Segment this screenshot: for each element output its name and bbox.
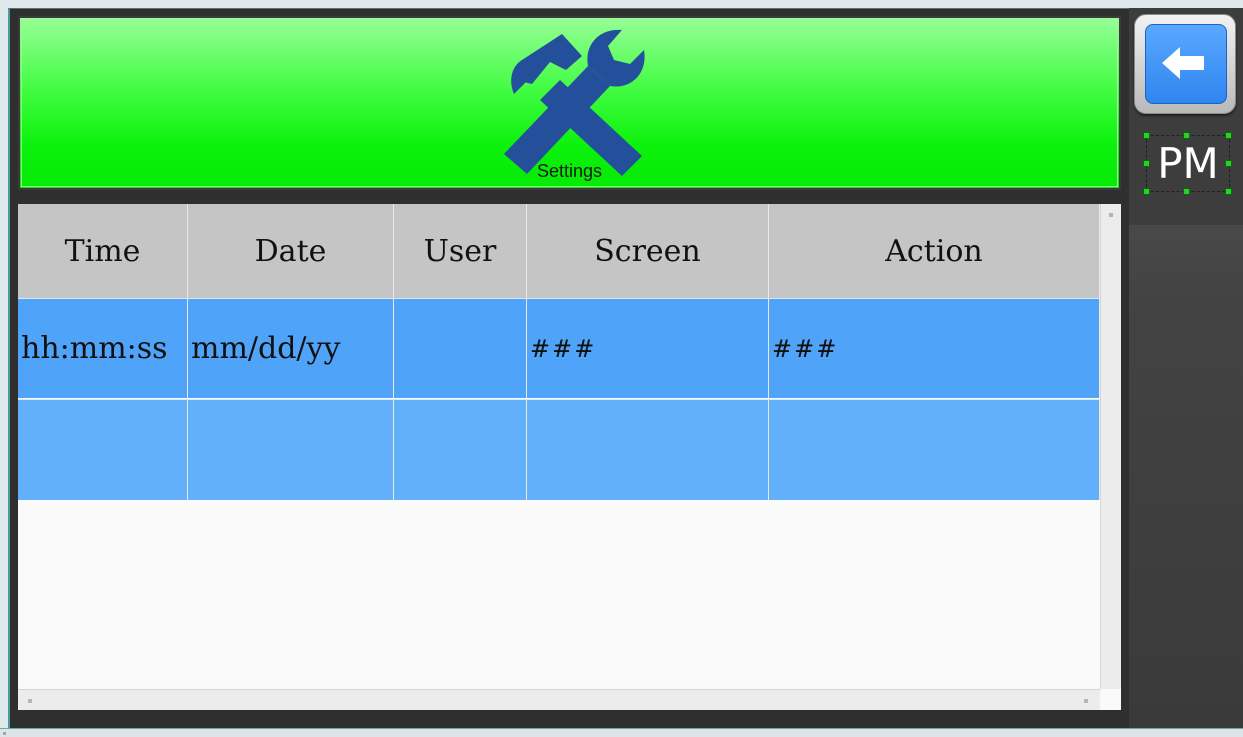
cell-user [394, 400, 527, 500]
selection-handle [1183, 132, 1190, 139]
scroll-right-indicator[interactable] [1084, 699, 1088, 703]
scroll-left-indicator[interactable] [28, 699, 32, 703]
column-header-date[interactable]: Date [188, 204, 394, 298]
selection-handle [1143, 132, 1150, 139]
scroll-up-indicator[interactable] [1109, 213, 1113, 217]
column-header-user[interactable]: User [394, 204, 527, 298]
settings-title: Settings [536, 161, 603, 181]
column-header-screen[interactable]: Screen [527, 204, 769, 298]
meridiem-label[interactable]: PM [1146, 135, 1230, 192]
cell-time: hh:mm:ss [18, 299, 188, 398]
audit-table: Time Date User Screen Action hh:mm:ss mm… [18, 204, 1121, 718]
cell-screen: ### [527, 299, 769, 398]
selection-handle [1225, 132, 1232, 139]
cell-screen [527, 400, 769, 500]
right-panel [1129, 8, 1243, 728]
selection-handle [1143, 188, 1150, 195]
cell-time [18, 400, 188, 500]
selection-handle [1225, 160, 1232, 167]
arrow-left-icon [1162, 47, 1204, 79]
selection-handle [1183, 188, 1190, 195]
vertical-scrollbar[interactable] [1100, 204, 1121, 718]
settings-banner: Settings [18, 16, 1121, 190]
cell-date [188, 400, 394, 500]
table-header-row: Time Date User Screen Action [18, 204, 1100, 298]
back-button[interactable] [1134, 14, 1236, 114]
corner-marker [3, 732, 6, 735]
cell-action [769, 400, 1100, 500]
hammer-wrench-icon [504, 29, 645, 176]
cell-action: ### [769, 299, 1100, 398]
cell-date: mm/dd/yy [188, 299, 394, 398]
selection-handle [1143, 160, 1150, 167]
column-header-action[interactable]: Action [769, 204, 1100, 298]
back-button-face[interactable] [1145, 24, 1227, 104]
table-row[interactable] [18, 399, 1100, 500]
column-header-time[interactable]: Time [18, 204, 188, 298]
table-row[interactable]: hh:mm:ss mm/dd/yy ### ### [18, 298, 1100, 398]
cell-user [394, 299, 527, 398]
horizontal-scrollbar[interactable] [18, 689, 1100, 710]
table-bottom-border [18, 710, 1121, 718]
window-bottom-strip [0, 728, 1243, 737]
selection-handle [1225, 188, 1232, 195]
